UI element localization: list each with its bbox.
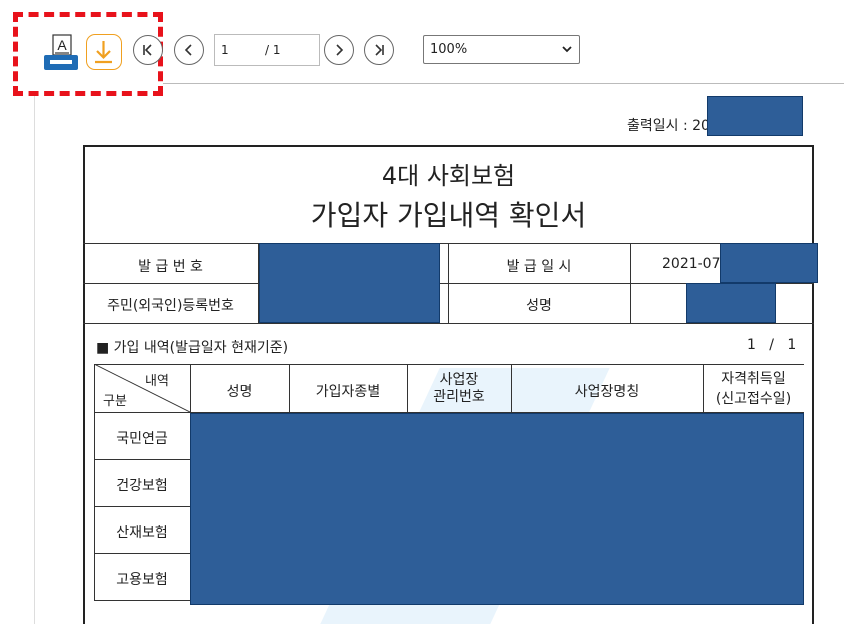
- column-header-workplace-no-line2: 관리번호: [433, 389, 485, 405]
- column-header-workplace-name: 사업장명칭: [574, 384, 640, 400]
- column-header-workplace-no-line1: 사업장: [439, 372, 479, 388]
- current-page: 1: [221, 43, 229, 57]
- name-label: 성명: [526, 298, 552, 314]
- toolbar-divider: [163, 83, 844, 84]
- redacted-print-time: [707, 96, 803, 136]
- divider: [94, 553, 190, 554]
- divider: [94, 506, 190, 507]
- chevron-down-icon: [561, 42, 573, 60]
- redacted-name: [686, 283, 776, 323]
- row-label-industrial: 산재보험: [116, 525, 168, 541]
- column-header-acquired-date-line2: (신고접수일): [715, 391, 792, 407]
- column-header-acquired-date: 자격취득일 (신고접수일): [703, 369, 804, 409]
- redacted-issue-number: [259, 243, 440, 323]
- row-label-employment: 고용보험: [116, 572, 168, 588]
- download-button[interactable]: [86, 34, 122, 70]
- column-header-name: 성명: [226, 384, 253, 400]
- first-page-button[interactable]: [133, 35, 163, 65]
- last-page-icon: [375, 44, 384, 56]
- next-page-icon: [336, 44, 344, 56]
- column-header-acquired-date-line1: 자격취득일: [721, 371, 786, 387]
- svg-text:A: A: [57, 37, 67, 53]
- column-header-workplace-no: 사업장 관리번호: [407, 372, 511, 406]
- zoom-value: 100%: [430, 42, 468, 57]
- column-header-type: 가입자종별: [315, 384, 381, 400]
- redacted-table-body: [190, 413, 804, 605]
- section-title: ■ 가입 내역(발급일자 현재기준): [96, 340, 289, 356]
- corner-label-bottom: 구분: [103, 394, 127, 409]
- first-page-icon: [143, 44, 152, 56]
- prev-page-icon: [184, 44, 192, 56]
- divider: [630, 243, 631, 323]
- resident-number-label: 주민(외국인)등록번호: [107, 298, 234, 314]
- document-title-line2: 가입자 가입내역 확인서: [310, 199, 587, 232]
- issue-date-label: 발 급 일 시: [506, 259, 572, 275]
- issue-number-label: 발 급 번 호: [138, 259, 203, 275]
- zoom-select[interactable]: 100%: [423, 35, 580, 64]
- divider: [83, 323, 814, 324]
- prev-page-button[interactable]: [174, 35, 204, 65]
- row-label-health: 건강보험: [116, 478, 168, 494]
- download-icon: [95, 41, 112, 64]
- divider: [94, 459, 190, 460]
- page-edge-line: [34, 96, 35, 624]
- row-label-pension: 국민연금: [116, 431, 168, 447]
- document-title-line1: 4대 사회보험: [381, 162, 516, 190]
- print-time: 출력일시 : 20: [627, 118, 710, 134]
- corner-label-top: 내역: [145, 374, 169, 389]
- last-page-button[interactable]: [364, 35, 394, 65]
- next-page-button[interactable]: [324, 35, 354, 65]
- redacted-issue-date: [720, 243, 818, 283]
- page-number-input[interactable]: 1 / 1: [214, 34, 320, 66]
- print-icon: A: [44, 34, 78, 70]
- page-count: 1 / 1: [747, 337, 797, 353]
- print-button[interactable]: A: [42, 33, 78, 71]
- total-pages: / 1: [265, 43, 281, 57]
